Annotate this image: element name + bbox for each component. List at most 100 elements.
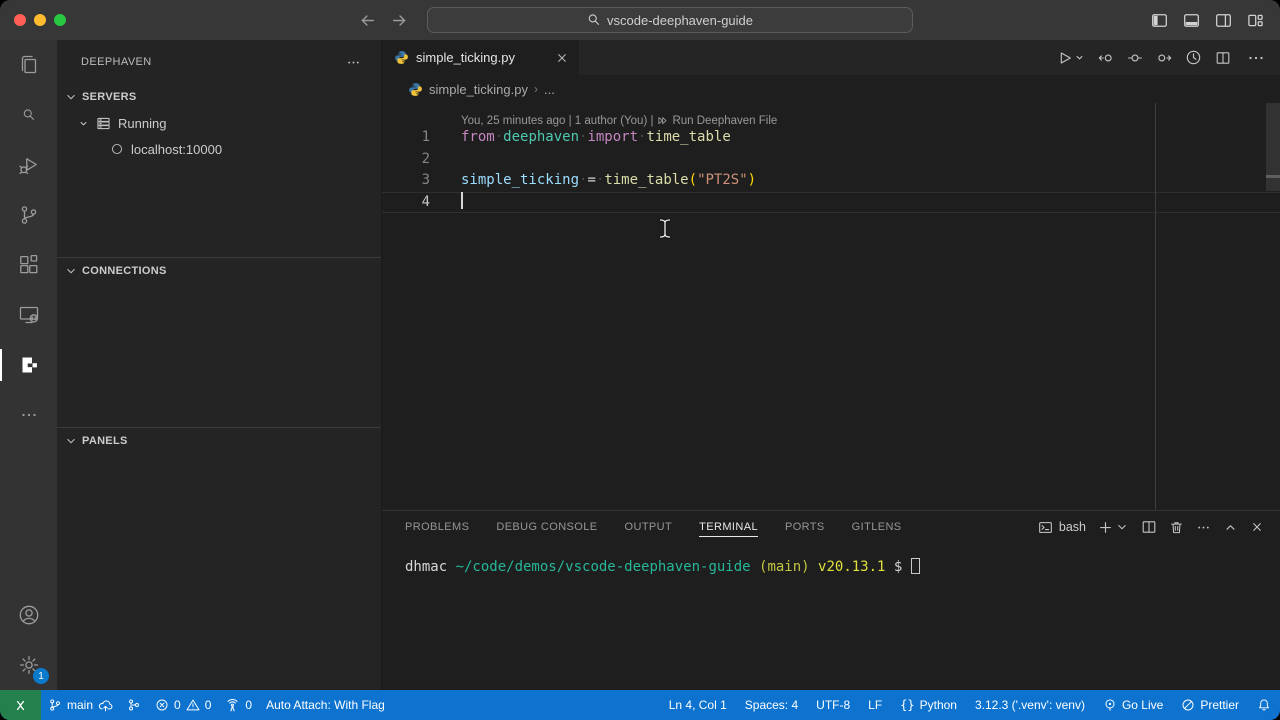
run-and-debug-icon [17,153,41,177]
statusbar-label: 0 [205,698,212,712]
layout-controls [1150,8,1264,32]
layout-customize-icon[interactable] [1246,8,1264,32]
panel-tab-output[interactable]: OUTPUT [625,517,673,537]
new-terminal-button[interactable] [1098,520,1129,535]
split-editor-icon[interactable] [1215,50,1231,66]
servers-tree: Runninglocalhost:10000 [57,110,381,257]
activitybar-accounts[interactable] [0,590,57,640]
codelens-run-action[interactable]: Run Deephaven File [657,115,777,127]
close-window-button[interactable] [14,14,26,26]
statusbar-label: Prettier [1200,698,1239,712]
statusbar-python-interpreter[interactable]: 3.12.3 ('.venv': venv) [966,690,1094,720]
breadcrumb-symbol[interactable]: ... [544,82,555,97]
maximize-panel-icon[interactable] [1223,520,1238,535]
activitybar-deephaven[interactable] [0,340,57,390]
activitybar-search[interactable] [0,90,57,140]
statusbar-git-branch-status[interactable]: main [41,690,120,720]
code-editor[interactable]: You, 25 minutes ago | 1 author (You) | R… [382,103,1280,510]
radio-tower-icon [225,698,240,713]
run-dropdown-chevron-icon [1074,52,1085,63]
activitybar-run-and-debug[interactable] [0,140,57,190]
statusbar-label: Python [920,698,957,712]
statusbar-forwarded-ports[interactable]: 0 [218,690,259,720]
section-panels[interactable]: PANELS [57,427,381,453]
section-connections[interactable]: CONNECTIONS [57,257,381,283]
activitybar-manage[interactable]: 1 [0,640,57,690]
activitybar-explorer[interactable] [0,40,57,90]
back-icon[interactable] [358,8,376,32]
forward-icon[interactable] [390,8,408,32]
activitybar-extensions[interactable] [0,240,57,290]
more-actions-icon[interactable] [346,55,361,70]
history-icon[interactable] [1185,49,1202,66]
run-file-button[interactable] [1057,50,1085,66]
modified-icon[interactable] [1127,50,1143,66]
breadcrumb: simple_ticking.py › ... [382,75,1280,103]
more-icon[interactable] [1244,46,1268,70]
terminal[interactable]: dhmac ~/code/demos/vscode-deephaven-guid… [382,543,1280,575]
statusbar-label: LF [868,698,882,712]
close-panel-icon[interactable] [1250,520,1264,534]
sidebar-header: DEEPHAVEN [57,40,381,84]
code-line-1[interactable]: 1from·deephaven·import·time_table [382,127,1280,149]
layout-sidebar-left-icon[interactable] [1150,8,1168,32]
code-line-2[interactable]: 2 [382,149,1280,171]
terminal-instance[interactable]: bash [1038,520,1086,535]
panel-tab-gitlens[interactable]: GITLENS [852,517,902,537]
line-content: from·deephaven·import·time_table [461,127,731,149]
scrollbar-cursor-mark [1266,175,1280,178]
python-icon [394,50,409,65]
breadcrumb-separator: › [534,82,538,96]
activitybar-additional-views[interactable] [0,390,57,440]
tab-simple-ticking[interactable]: simple_ticking.py [382,40,579,75]
statusbar-remote-indicator[interactable] [0,690,41,720]
line-content [461,192,463,214]
code-line-3[interactable]: 3simple_ticking·=·time_table("PT2S") [382,170,1280,192]
tree-item-localhost-10000[interactable]: localhost:10000 [57,136,381,162]
statusbar-go-live[interactable]: Go Live [1094,690,1172,720]
minimize-window-button[interactable] [34,14,46,26]
settings-badge: 1 [33,668,49,684]
kill-terminal-icon[interactable] [1169,520,1184,535]
zoom-window-button[interactable] [54,14,66,26]
panel-tab-debug-console[interactable]: DEBUG CONSOLE [496,517,597,537]
statusbar-git-graph[interactable] [120,690,148,720]
status-bar: main000Auto Attach: With Flag Ln 4, Col … [0,690,1280,720]
split-terminal-icon[interactable] [1141,519,1157,535]
terminal-cursor [911,558,920,574]
codelens-blame[interactable]: You, 25 minutes ago | 1 author (You) | [461,115,653,127]
statusbar-label: Ln 4, Col 1 [669,698,727,712]
activitybar-source-control[interactable] [0,190,57,240]
statusbar-encoding[interactable]: UTF-8 [807,690,859,720]
command-center[interactable]: vscode-deephaven-guide [427,7,913,33]
tree-item-running[interactable]: Running [57,110,381,136]
layout-panel-icon[interactable] [1182,8,1200,32]
code-line-4[interactable]: 4 [382,192,1280,214]
panel-tab-ports[interactable]: PORTS [785,517,825,537]
statusbar-problems[interactable]: 00 [148,690,218,720]
statusbar-label: Go Live [1122,698,1163,712]
tab-bar: simple_ticking.py [382,40,1280,75]
layout-sidebar-right-icon[interactable] [1214,8,1232,32]
panel-tab-terminal[interactable]: TERMINAL [699,517,758,537]
statusbar-language-mode[interactable]: {}Python [891,690,966,720]
statusbar-notifications[interactable] [1248,690,1280,720]
next-change-icon[interactable] [1156,50,1172,66]
line-content: simple_ticking·=·time_table("PT2S") [461,170,756,192]
section-servers[interactable]: SERVERS [57,84,381,110]
line-number: 3 [382,170,461,192]
connections-label: CONNECTIONS [82,265,167,277]
activitybar-remote-explorer[interactable] [0,290,57,340]
statusbar-auto-attach[interactable]: Auto Attach: With Flag [259,690,392,720]
statusbar-indentation[interactable]: Spaces: 4 [736,690,807,720]
statusbar-cursor-position[interactable]: Ln 4, Col 1 [660,690,736,720]
close-tab-icon[interactable] [555,51,569,65]
broadcast-icon [1103,698,1117,712]
sidebar-title: DEEPHAVEN [81,56,152,68]
more-actions-icon[interactable] [1196,520,1211,535]
prev-change-icon[interactable] [1098,50,1114,66]
statusbar-prettier[interactable]: Prettier [1172,690,1248,720]
statusbar-eol[interactable]: LF [859,690,891,720]
panel-tab-problems[interactable]: PROBLEMS [405,517,469,537]
breadcrumb-file[interactable]: simple_ticking.py [429,82,528,97]
